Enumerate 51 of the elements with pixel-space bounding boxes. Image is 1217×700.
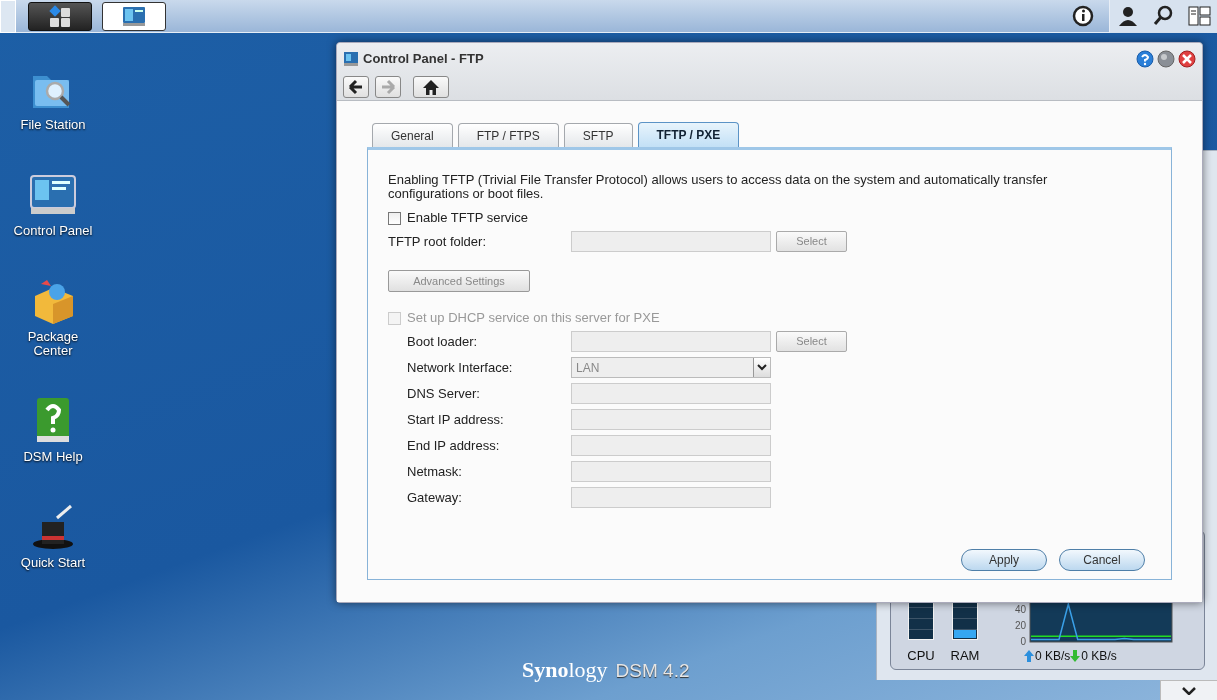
desktop-icon-label[interactable]: Package Center (8, 330, 98, 358)
control-panel-icon (343, 51, 359, 67)
widgets-icon[interactable] (1187, 4, 1211, 28)
axis-tick-label: 0 (1020, 635, 1026, 647)
description-text: Enabling TFTP (Trivial File Transfer Protocol) allows users to access data on the system and automatically transfer configurations or boot files. (388, 173, 1049, 201)
dialog-button[interactable]: Apply (961, 549, 1047, 571)
chevron-down-icon[interactable] (1182, 686, 1196, 695)
close-icon[interactable] (1178, 50, 1196, 68)
desktop-icon-label[interactable]: Quick Start (8, 556, 98, 570)
tab[interactable]: SFTP (563, 123, 633, 147)
field-label: TFTP root folder: (388, 232, 487, 251)
back-button[interactable] (343, 76, 369, 98)
info-icon[interactable] (1071, 4, 1095, 28)
field-label: Network Interface: (407, 358, 514, 377)
tab[interactable]: TFTP / PXE (637, 122, 740, 147)
help-icon[interactable] (1136, 50, 1154, 68)
field-label: Boot loader: (407, 332, 479, 351)
version-label: DSM 4.2 (615, 659, 690, 683)
app-button[interactable] (102, 1, 166, 31)
download-rate: 0 KB/s (1081, 648, 1117, 665)
main-menu-button[interactable] (28, 1, 92, 31)
axis-tick-label: 40 (1014, 603, 1026, 615)
dialog-button[interactable]: Cancel (1059, 549, 1145, 571)
upload-rate: 0 KB/s (1035, 648, 1071, 665)
checkbox-label: Set up DHCP service on this server for PXE (407, 309, 660, 328)
field-label: Start IP address: (407, 410, 505, 429)
meter-label: CPU (907, 647, 935, 665)
meter-label: RAM (950, 647, 980, 665)
field-label: DNS Server: (407, 384, 481, 403)
field-label: Netmask: (407, 462, 463, 481)
search-icon[interactable] (1151, 4, 1175, 28)
checkbox-label: Enable TFTP service (407, 209, 528, 228)
tab[interactable]: FTP / FTPS (457, 123, 559, 147)
upload-arrow-icon (1024, 650, 1034, 662)
tab[interactable]: General (372, 123, 453, 147)
field-label: Gateway: (407, 488, 463, 507)
brand-logo: Synology (522, 656, 608, 684)
desktop-icon-label[interactable]: Control Panel (8, 224, 98, 238)
checkbox[interactable] (388, 211, 401, 225)
desktop-icon-label[interactable]: File Station (8, 118, 98, 132)
home-icon (421, 78, 441, 96)
window-title: Control Panel - FTP (363, 50, 484, 69)
control-panel-icon (122, 5, 146, 27)
axis-tick-label: 20 (1014, 619, 1026, 631)
caret-icon (757, 364, 767, 371)
home-button[interactable] (413, 76, 449, 98)
download-arrow-icon (1070, 650, 1081, 662)
field-label: End IP address: (407, 436, 501, 455)
tiles-icon (48, 3, 72, 29)
minimize-icon[interactable] (1157, 50, 1175, 68)
desktop-icon-label[interactable]: DSM Help (8, 450, 98, 464)
